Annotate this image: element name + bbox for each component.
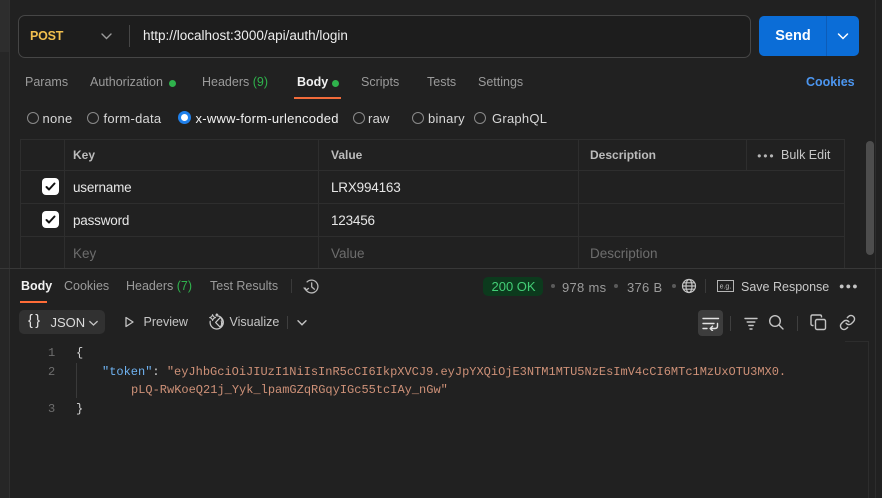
svg-text:e.g.: e.g. [720, 284, 732, 291]
